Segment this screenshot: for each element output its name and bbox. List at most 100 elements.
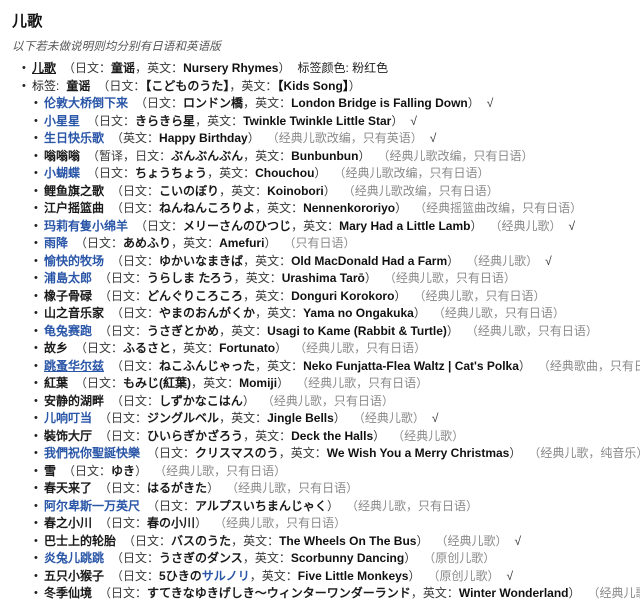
en-label: 英文： [183, 341, 220, 355]
song-title[interactable]: 浦島太郎 [44, 271, 92, 285]
song-note: （原创儿歌） [423, 551, 496, 565]
song-title[interactable]: 跳蚤华尔兹 [44, 359, 104, 373]
jp-label: 日文： [75, 463, 112, 478]
category-jp: 童谣 [111, 61, 136, 75]
jp-label: 日文： [123, 201, 160, 215]
song-note: （经典儿歌） [392, 428, 465, 443]
song-detail: （日文：ロンドン橋，英文：London Bridge is Falling Do… [135, 96, 480, 110]
song-note: （经典儿歌） [352, 411, 425, 425]
song-en-title: Amefuri [219, 236, 265, 250]
jp-label: 日文： [135, 148, 172, 163]
song-note: （经典儿歌，只有日语） [383, 271, 516, 285]
song-detail: （日文：すてきなゆきげしき〜ウィンターワンダーランド，英文：Winter Won… [99, 586, 581, 600]
tag-color-text: 标签颜色: 粉红色 [297, 61, 389, 75]
song-en-title: Nennenkororiyo [303, 201, 396, 215]
song-detail: （日文：うらしま たろう，英文：Urashima Tarō） [99, 271, 377, 285]
jp-label: 日文： [111, 411, 148, 425]
song-jp-title-link[interactable]: サルノリ [202, 569, 250, 583]
song-title[interactable]: 小星星 [44, 114, 80, 128]
category-en: Nursery Rhymes [183, 61, 279, 75]
song-en-title: Neko Funjatta-Flea Waltz | Cat's Polka [303, 358, 519, 373]
song-detail: （日文：うさぎのダンス，英文：Scorbunny Dancing） [111, 551, 417, 565]
jp-label: 日文： [111, 323, 148, 338]
song-detail: （日文：どんぐりころころ，英文：Donguri Korokoro） [99, 288, 407, 303]
song-title[interactable]: 愉快的牧场 [44, 254, 104, 268]
song-detail: （日文：あめふり，英文：Amefuri） [75, 236, 277, 250]
jp-label: 日文： [123, 568, 160, 583]
song-detail: （日文：しずかなこはん） [111, 393, 255, 408]
song-en-title: Koinobori [267, 183, 324, 198]
list-item: 巴士上的轮胎（日文：バスのうた，英文：The Wheels On The Bus… [6, 533, 634, 551]
song-jp-title: やまのおんがくか [159, 306, 256, 320]
song-note: （经典儿歌改编，只有日语） [333, 166, 490, 180]
song-en-title: London Bridge is Falling Down [291, 96, 468, 110]
song-note: （经典儿歌，只有日语） [226, 481, 359, 495]
list-item: 儿响叮当 （日文：ジングルベル，英文：Jingle Bells） （经典儿歌） √ [6, 410, 634, 428]
jp-label: 日文： [111, 481, 148, 495]
check-mark-icon: √ [568, 218, 576, 233]
en-label: 英文： [245, 271, 282, 285]
song-title: 雪 [44, 463, 57, 478]
song-title[interactable]: 龟兔赛跑 [44, 324, 92, 338]
song-jp-title: はるがきた [147, 481, 208, 495]
song-title[interactable]: 生日快乐歌 [44, 131, 104, 145]
song-detail: （日文：ふるさと，英文：Fortunato） [75, 341, 288, 355]
en-label: 英文： [219, 166, 256, 180]
song-title: 冬季仙境 [44, 586, 93, 600]
song-note: （经典儿歌，只有日语） [214, 516, 347, 530]
song-en-title: Yama no Ongakuka [303, 306, 414, 320]
song-en-title: Deck the Halls [291, 428, 374, 443]
song-title[interactable]: 小蝴蝶 [44, 166, 80, 180]
tag-jp: 【こどものうた】 [145, 78, 230, 93]
en-label: 英文： [255, 96, 292, 110]
song-title[interactable]: 伦敦大桥倒下来 [44, 96, 128, 110]
song-detail: （日文：ジングルベル，英文：Jingle Bells） [99, 411, 346, 425]
check-mark-icon: √ [486, 96, 494, 110]
jp-label: 日文： [123, 183, 160, 198]
song-title[interactable]: 儿响叮当 [44, 411, 92, 425]
song-jp-title: ひいらぎかざろう [147, 428, 244, 443]
song-jp-title: あめふり [123, 236, 172, 250]
song-translation-note: 暂译 [99, 148, 124, 163]
song-jp-title: すてきなゆきげしき〜ウィンターワンダーランド [147, 586, 411, 600]
page-subtitle: 以下若未做说明则均分别有日语和英语版 [12, 41, 221, 53]
song-detail: （日文：きらきら星，英文：Twinkle Twinkle Little Star… [87, 113, 404, 128]
jp-label: 日文： [111, 271, 148, 285]
song-list: 伦敦大桥倒下来 （日文：ロンドン橋，英文：London Bridge is Fal… [6, 95, 640, 603]
song-title[interactable]: 玛莉有隻小绵羊 [44, 219, 128, 233]
list-item: 紅葉 （日文：もみじ(紅葉)，英文：Momiji） （经典儿歌，只有日语） [6, 375, 634, 393]
song-detail: （日文：ねこふんじゃった，英文：Neko Funjatta-Flea Waltz… [111, 358, 531, 373]
song-title[interactable]: 炎兔儿跳跳 [44, 551, 104, 565]
en-label: 英文： [267, 201, 304, 215]
list-item: 鲤鱼旗之歌 （日文：こいのぼり，英文：Koinobori） （经典儿歌改编，只有日语… [6, 183, 634, 201]
song-detail: （日文：5ひきのサルノリ，英文：Five Little Monkeys） [111, 568, 421, 583]
song-title[interactable]: 我們祝你聖誕快樂 [44, 446, 140, 460]
song-title[interactable]: 雨降 [44, 236, 68, 250]
tag-detail: （日文：【こどものうた】，英文：【Kids Song】） [97, 78, 361, 93]
song-en-title: Jingle Bells [267, 411, 334, 425]
song-note: （经典儿歌，纯音乐） [528, 446, 640, 460]
jp-label: 日文： [87, 341, 124, 355]
list-item: 炎兔儿跳跳 （日文：うさぎのダンス，英文：Scorbunny Dancing） （原… [6, 550, 634, 568]
jp-label: 日文： [147, 218, 184, 233]
list-item: 龟兔赛跑 （日文：うさぎとかめ，英文：Usagi to Kame (Rabbit … [6, 323, 634, 341]
song-note: （经典摇篮曲改编，只有日语） [414, 201, 583, 215]
song-detail: （日文：やまのおんがくか，英文：Yama no Ongakuka） [111, 306, 426, 320]
en-label: 英文： [241, 78, 278, 93]
song-title[interactable]: 阿尔卑斯一万英尺 [44, 499, 140, 513]
jp-label: 日文： [123, 358, 160, 373]
en-label: 英文： [123, 131, 160, 145]
jp-label: 日文： [87, 236, 124, 250]
page-title: 儿歌 [12, 13, 43, 30]
en-label: 英文： [303, 218, 340, 233]
list-item: 五只小猴子 （日文：5ひきのサルノリ，英文：Five Little Monkeys… [6, 568, 634, 586]
song-detail: （日文：春の小川） [99, 516, 208, 530]
check-mark-icon: √ [410, 113, 417, 128]
song-en-title: Scorbunny Dancing [290, 551, 405, 565]
song-jp-title: アルプスいちまんじゃく [195, 498, 327, 513]
song-en-title: Mary Had a Little Lamb [339, 218, 471, 233]
song-note: （经典歌曲，只有日语演唱，其他为纯音乐） [537, 358, 640, 373]
song-note: （经典儿歌，只有日语） [413, 288, 546, 303]
song-note: （经典儿歌改编，只有日语） [342, 183, 499, 198]
en-label: 英文： [207, 113, 244, 128]
